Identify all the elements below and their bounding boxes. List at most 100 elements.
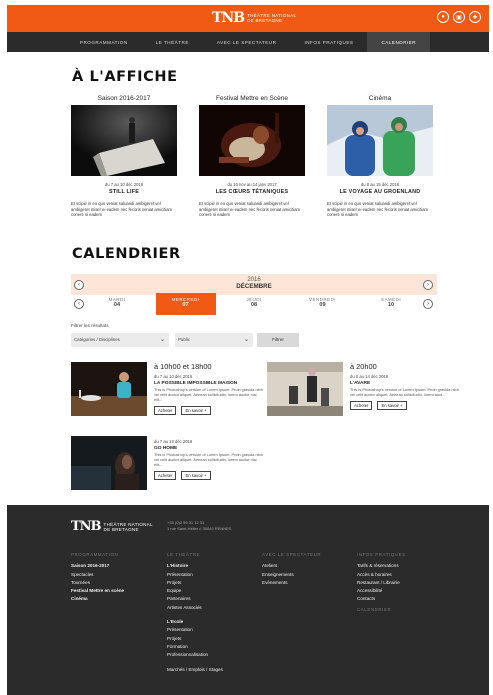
filter-label: Filtrer les résultats [71,323,109,328]
footer-logo-line1: THÉÂTRE NATIONAL [103,521,153,527]
user-icon[interactable]: ● [437,11,449,23]
event-title[interactable]: GO HOME [154,446,264,451]
footer-link[interactable]: Equipe [167,587,223,595]
footer-link[interactable]: Enseignements [262,571,321,579]
nav-le-theatre[interactable]: LE THÉÂTRE [142,32,203,52]
footer-link[interactable]: Evènements [262,579,321,587]
footer-heading: PROGRAMMATION [71,552,119,557]
footer-link[interactable]: Accessibilité [357,587,406,595]
event-image[interactable] [71,362,147,416]
affiche-card[interactable]: Cinéma du 8 au 15 déc 2016 LE VOYAGE AU … [327,95,433,218]
footer-logo-line2: DE BRETAGNE [103,526,139,532]
event-title[interactable]: L'AVARE [350,381,460,386]
more-info-button[interactable]: En savoir + [181,405,211,415]
footer-link[interactable]: Contacts [357,595,406,603]
prev-month-arrow-icon[interactable]: ‹ [74,280,84,290]
ticket-icon[interactable]: ▣ [453,11,465,23]
buy-button[interactable]: Acheter [350,400,373,410]
public-select-value: Public [178,337,190,342]
next-days-arrow-icon[interactable]: › [423,299,433,309]
footer-link[interactable]: Partenaires [167,595,223,603]
day-saturday[interactable]: SAMEDI 10 [361,293,421,315]
card-date: du 16 nov au 14 janv 2017 [227,182,277,187]
event-title[interactable]: LA POSSIBLE IMPOSSIBLE MAISON [154,381,264,386]
footer-link[interactable]: Professionnalisation [167,651,223,659]
footer-link[interactable]: L'Histoire [167,562,223,570]
footer-link[interactable]: Tarifs & réservations [357,562,406,570]
footer-link[interactable]: Festival Mettre en scène [71,587,124,595]
footer-link[interactable]: Formation [167,643,223,651]
month-selector: 2016 DÉCEMBRE [71,274,437,295]
footer-link[interactable]: Accès & horaires [357,571,406,579]
nav-infos-pratiques[interactable]: INFOS PRATIQUES [290,32,367,52]
nav-avec-le-spectateur[interactable]: AVEC LE SPECTATEUR [203,32,291,52]
footer-link[interactable]: Projets [167,579,223,587]
footer: TNB THÉÂTRE NATIONAL DE BRETAGNE +33 (0)… [7,505,489,695]
affiche-card[interactable]: Festival Mettre en Scène du 16 nov au 14… [199,95,305,218]
tnb-logo[interactable]: TNB THÉÂTRE NATIONAL DE BRETAGNE [212,10,296,26]
day-friday[interactable]: VENDREDI 09 [293,293,353,315]
nav-calendrier[interactable]: CALENDRIER [367,32,431,52]
footer-heading[interactable]: CALENDRIER [357,606,406,614]
day-thursday[interactable]: JEUDI 08 [224,293,284,315]
card-title[interactable]: LES CŒURS TÉTANIQUES [199,189,305,195]
footer-address: 1 rue Saint-Hélier // 35040 RENNES [167,526,232,531]
next-month-arrow-icon[interactable]: › [423,280,433,290]
nav-programmation[interactable]: PROGRAMMATION [66,32,142,52]
card-description: Et scipie in eo quo veniat saluandi ambi… [199,201,301,218]
footer-link[interactable]: Artistes Associés [167,604,223,612]
footer-link[interactable]: Cinéma [71,595,124,603]
footer-link[interactable]: Présentation [167,626,223,634]
card-description: Et scipie in eo quo veniat saluandi ambi… [327,201,429,218]
page-frame: TNB THÉÂTRE NATIONAL DE BRETAGNE ● ▣ ✚ P… [7,5,489,695]
day-tuesday[interactable]: MARDI 04 [87,293,147,315]
affiche-card[interactable]: Saison 2016-2017 du 7 au 10 déc 2016 STI… [71,95,177,218]
card-category: Saison 2016-2017 [97,95,151,102]
footer-link[interactable]: Spectacles [71,571,124,579]
footer-link[interactable]: Ateliers [262,562,321,570]
public-select[interactable]: Public ⌄ [175,333,253,347]
more-info-button[interactable]: En savoir + [377,400,407,410]
more-info-button[interactable]: En savoir + [181,470,211,480]
event-image[interactable] [267,362,343,416]
card-date: du 8 au 15 déc 2016 [360,182,400,187]
event-time: à 10h00 et 18h00 [154,362,212,371]
buy-button[interactable]: Acheter [154,405,177,415]
chevron-down-icon: ⌄ [243,337,249,343]
footer-logo-mark: TNB [71,519,102,534]
card-image-voyage-groenland[interactable] [327,105,433,176]
card-title[interactable]: LE VOYAGE AU GROENLAND [327,189,433,195]
footer-link[interactable]: L'Ecole [167,618,223,626]
footer-heading: INFOS PRATIQUES [357,552,406,557]
footer-col-spectateur: AVEC LE SPECTATEUR Ateliers Enseignement… [262,551,321,587]
day-number: 04 [113,302,121,308]
footer-col-infos: INFOS PRATIQUES Tarifs & réservations Ac… [357,551,406,617]
footer-link[interactable]: Présentation [167,571,223,579]
card-image-still-life[interactable] [71,105,177,176]
category-select[interactable]: Catégories / Disciplines ⌄ [71,333,169,347]
event-description: This is Photoshop's version of Lorem Ips… [350,387,459,397]
filter-button[interactable]: Filtrer [257,333,299,347]
day-selector: MARDI 04 MERCREDI 07 JEUDI 08 VENDREDI 0… [71,293,437,315]
bookmark-icon[interactable]: ✚ [469,11,481,23]
day-wednesday[interactable]: MERCREDI 07 [155,293,216,315]
footer-link[interactable]: Saison 2016-2017 [71,562,124,570]
calendar-year: 2016 [247,277,261,283]
event-description: This is Photoshop's version of Lorem Ips… [154,452,263,467]
buy-button[interactable]: Acheter [154,470,177,480]
card-title[interactable]: STILL LIFE [71,189,177,195]
calendar-title: CALENDRIER [72,246,181,262]
card-category: Festival Mettre en Scène [216,95,288,102]
card-image-coeurs-tetaniques[interactable] [199,105,305,176]
top-bar: TNB THÉÂTRE NATIONAL DE BRETAGNE ● ▣ ✚ [7,5,489,32]
footer-link[interactable]: Restaurant / Librairie [357,579,406,587]
footer-logo[interactable]: TNB THÉÂTRE NATIONAL DE BRETAGNE [71,519,153,534]
logo-line2: DE BRETAGNE [247,18,283,23]
footer-link[interactable]: Tournées [71,579,124,587]
footer-link[interactable]: Projets [167,635,223,643]
footer-col-theatre: LE THÉÂTRE L'Histoire Présentation Proje… [167,551,223,674]
card-date: du 7 au 10 déc 2016 [104,182,144,187]
footer-link[interactable]: Marchés / Emplois / Stages [167,666,223,674]
prev-days-arrow-icon[interactable]: ‹ [74,299,84,309]
event-image[interactable] [71,436,147,490]
